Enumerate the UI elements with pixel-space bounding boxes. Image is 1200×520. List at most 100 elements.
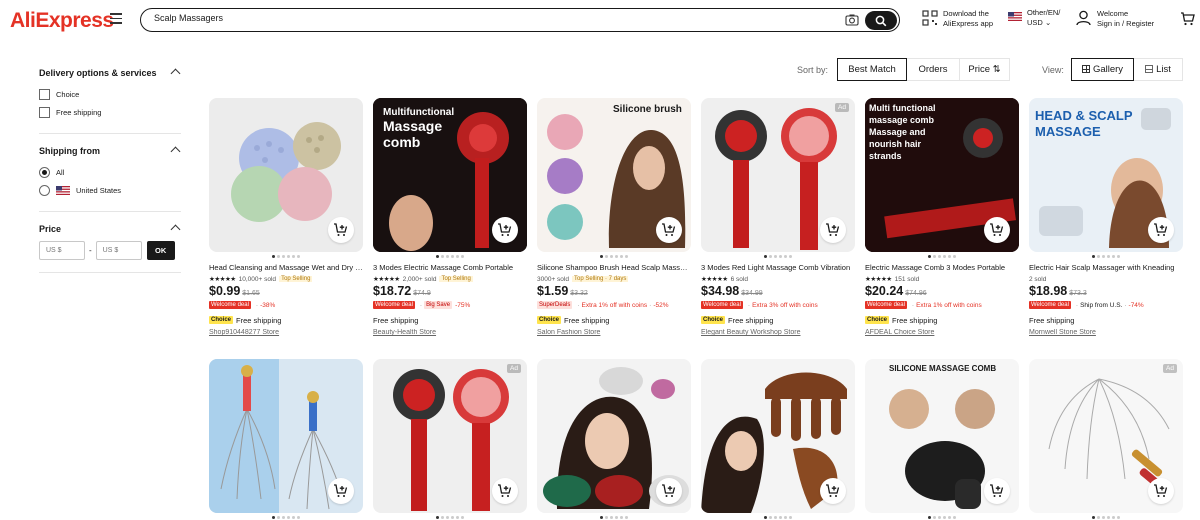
product-image[interactable]: [209, 98, 363, 252]
product-card-9[interactable]: [537, 359, 691, 520]
product-image[interactable]: Multi functional massage comb Massage an…: [865, 98, 1019, 252]
product-card-1[interactable]: Head Cleansing and Massage Wet and Dry S…: [209, 98, 363, 336]
choice-badge: Choice: [865, 316, 890, 324]
product-deal: Welcome deal · Big Save -75%: [373, 301, 471, 309]
sort-label: Sort by:: [797, 65, 829, 75]
product-rating: ★★★★★ 2,000+ sold Top Selling: [373, 274, 527, 284]
download-line-2: AliExpress app: [943, 19, 994, 28]
add-to-cart-button[interactable]: [984, 217, 1010, 243]
us-flag-icon: [1008, 12, 1022, 21]
add-to-cart-button[interactable]: [492, 217, 518, 243]
min-price-input[interactable]: [39, 241, 85, 260]
add-cart-icon: [662, 484, 676, 497]
ship-from-us[interactable]: United States: [39, 181, 181, 199]
add-to-cart-button[interactable]: [656, 478, 682, 504]
locale-selector[interactable]: Other/EN/ USD ⌄: [1008, 8, 1060, 28]
top-selling-tag: Top Selling · 7 days: [572, 276, 629, 282]
all-radio[interactable]: [39, 166, 50, 178]
price-title[interactable]: Price: [39, 224, 181, 235]
coins-offer: Extra 1% off with coins: [581, 301, 648, 309]
product-card-12[interactable]: Ad: [1029, 359, 1183, 520]
search-input[interactable]: [154, 13, 814, 23]
download-app-link[interactable]: Download the AliExpress app: [943, 9, 993, 29]
filter-free-shipping[interactable]: Free shipping: [39, 103, 181, 121]
product-image[interactable]: HEAD & SCALP MASSAGE: [1029, 98, 1183, 252]
add-cart-icon: [662, 223, 676, 236]
product-image[interactable]: Multifunctional Massage comb: [373, 98, 527, 252]
aliexpress-logo[interactable]: AliExpress: [10, 9, 114, 33]
store-link[interactable]: Salon Fashion Store: [537, 329, 691, 336]
product-title[interactable]: 3 Modes Electric Massage Comb Portable: [373, 263, 527, 274]
product-image[interactable]: [537, 359, 691, 513]
store-link[interactable]: Mornwell Stone Store: [1029, 329, 1183, 336]
filter-sidebar: Delivery options & services Choice Free …: [39, 60, 181, 285]
chevron-up-icon[interactable]: [170, 146, 181, 157]
ad-label: Ad: [1163, 364, 1177, 373]
shipping-title[interactable]: Shipping from: [39, 146, 181, 157]
view-list[interactable]: List: [1134, 58, 1183, 81]
product-image[interactable]: [209, 359, 363, 513]
store-link[interactable]: Beauty-Health Store: [373, 329, 527, 336]
product-card-4[interactable]: Ad 3 Modes Red Light Massage Comb Vibrat…: [701, 98, 855, 336]
sort-orders[interactable]: Orders: [907, 58, 960, 81]
account-link[interactable]: Welcome Sign in / Register: [1097, 9, 1154, 29]
product-image[interactable]: Silicone brush: [537, 98, 691, 252]
add-to-cart-button[interactable]: [820, 217, 846, 243]
search-button[interactable]: [865, 10, 897, 30]
image-dots: [537, 513, 691, 520]
product-deal: Welcome deal · Extra 1% off with coins: [865, 301, 982, 309]
add-to-cart-button[interactable]: [1148, 478, 1174, 504]
sort-best-match[interactable]: Best Match: [837, 58, 907, 81]
product-title[interactable]: Electric Massage Comb 3 Modes Portable: [865, 263, 1019, 274]
image-dots: [209, 513, 363, 520]
product-shipping: Choice Free shipping: [701, 313, 855, 327]
product-card-2[interactable]: Multifunctional Massage comb 3 Modes Ele…: [373, 98, 527, 336]
price-ok-button[interactable]: OK: [146, 241, 175, 260]
add-to-cart-button[interactable]: [656, 217, 682, 243]
choice-checkbox[interactable]: [39, 88, 50, 100]
chevron-up-icon[interactable]: [170, 224, 181, 235]
product-card-3[interactable]: Silicone brush Silicone Shampoo Brush He…: [537, 98, 691, 336]
store-link[interactable]: AFDEAL Choice Store: [865, 329, 1019, 336]
product-image[interactable]: Ad: [373, 359, 527, 513]
chevron-up-icon[interactable]: [170, 68, 181, 79]
product-title[interactable]: Head Cleansing and Massage Wet and Dry S…: [209, 263, 363, 274]
user-icon[interactable]: [1076, 10, 1091, 26]
camera-search-icon[interactable]: [845, 13, 859, 27]
store-link[interactable]: Shop910448277 Store: [209, 329, 363, 336]
product-card-7[interactable]: [209, 359, 363, 520]
add-to-cart-button[interactable]: [820, 478, 846, 504]
add-to-cart-button[interactable]: [1148, 217, 1174, 243]
image-dots: [1029, 252, 1183, 261]
sold-count: 10,000+ sold: [238, 275, 277, 283]
menu-icon[interactable]: [110, 13, 122, 25]
ship-from-all[interactable]: All: [39, 163, 181, 181]
add-to-cart-button[interactable]: [328, 217, 354, 243]
product-card-11[interactable]: SILICONE MASSAGE COMB: [865, 359, 1019, 520]
product-image[interactable]: SILICONE MASSAGE COMB: [865, 359, 1019, 513]
filter-choice[interactable]: Choice: [39, 85, 181, 103]
product-title[interactable]: Silicone Shampoo Brush Head Scalp Massag…: [537, 263, 691, 274]
sort-price[interactable]: Price ⇅: [960, 58, 1010, 81]
shopping-cart-icon[interactable]: [1180, 11, 1195, 26]
delivery-title[interactable]: Delivery options & services: [39, 68, 181, 79]
product-card-10[interactable]: [701, 359, 855, 520]
product-title[interactable]: 3 Modes Red Light Massage Comb Vibration: [701, 263, 855, 274]
store-link[interactable]: Elegant Beauty Workshop Store: [701, 329, 855, 336]
product-image[interactable]: Ad: [701, 98, 855, 252]
sold-count: 2,000+ sold: [402, 275, 437, 283]
product-card-8[interactable]: Ad: [373, 359, 527, 520]
product-card-5[interactable]: Multi functional massage comb Massage an…: [865, 98, 1019, 336]
superdeals-badge: SuperDeals: [537, 301, 573, 309]
view-gallery[interactable]: Gallery: [1071, 58, 1134, 81]
product-title[interactable]: Electric Hair Scalp Massager with Kneadi…: [1029, 263, 1183, 274]
free-shipping-checkbox[interactable]: [39, 106, 50, 118]
add-to-cart-button[interactable]: [984, 478, 1010, 504]
product-image[interactable]: Ad: [1029, 359, 1183, 513]
product-card-6[interactable]: HEAD & SCALP MASSAGE Electric Hair Scalp…: [1029, 98, 1183, 336]
add-to-cart-button[interactable]: [492, 478, 518, 504]
us-radio[interactable]: [39, 184, 50, 196]
add-to-cart-button[interactable]: [328, 478, 354, 504]
product-image[interactable]: [701, 359, 855, 513]
max-price-input[interactable]: [95, 241, 142, 260]
